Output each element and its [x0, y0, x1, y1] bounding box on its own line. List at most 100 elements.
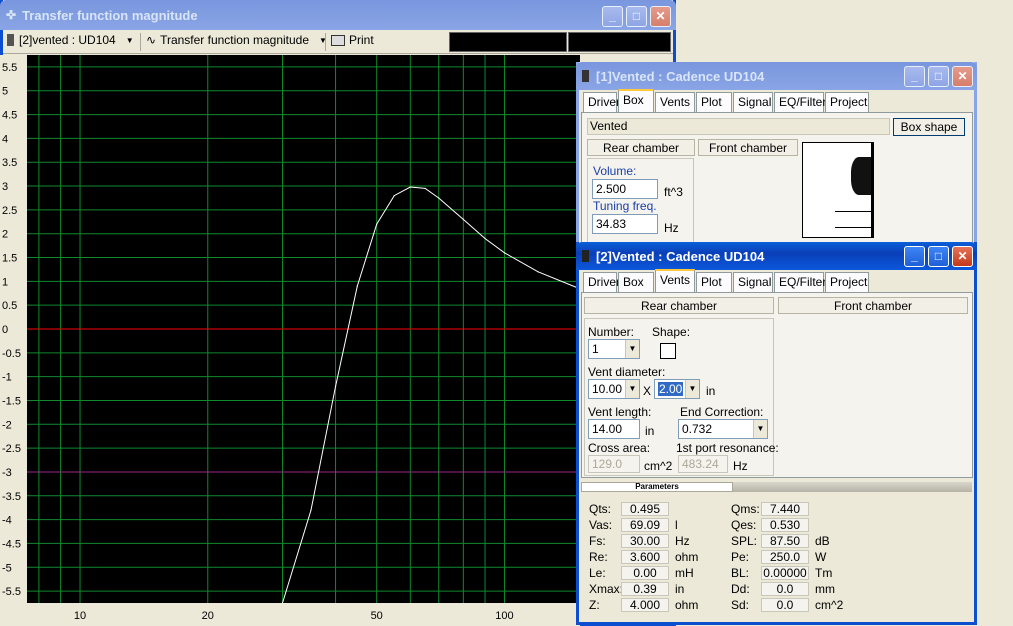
close-button[interactable]: ✕ [952, 246, 973, 267]
vent-length-label: Vent length: [588, 405, 652, 419]
window1-title-bar[interactable]: [1]Vented : Cadence UD104 _ □ ✕ [576, 62, 977, 90]
main-title-bar[interactable]: ✜ Transfer function magnitude _ □ ✕ [0, 0, 676, 30]
maximize-button[interactable]: □ [626, 6, 647, 27]
vent-diameter-label: Vent diameter: [588, 365, 666, 379]
y-tick-label: 5.5 [2, 62, 17, 74]
number-value: 1 [592, 342, 599, 356]
param-label: Fs: [589, 534, 606, 548]
chevron-down-icon[interactable]: ▼ [685, 380, 699, 398]
vent-diameter-select-2[interactable]: 2.00 ▼ [654, 379, 700, 399]
param-value: 0.0 [761, 598, 809, 612]
window1-panel: Vented Box shape Rear chamber Front cham… [581, 112, 973, 243]
box-type-field: Vented [587, 118, 890, 135]
end-correction-select[interactable]: 0.732 ▼ [678, 419, 768, 439]
box-diagram [802, 142, 874, 238]
series-point [310, 509, 312, 511]
maximize-button[interactable]: □ [928, 246, 949, 267]
tab-plot[interactable]: Plot [696, 92, 732, 112]
chevron-down-icon[interactable]: ▼ [625, 380, 639, 398]
chevron-down-icon[interactable]: ▼ [625, 340, 639, 358]
tab-signal[interactable]: Signal [733, 92, 773, 112]
window2-title-bar[interactable]: [2]Vented : Cadence UD104 _ □ ✕ [576, 242, 977, 270]
tab-vents[interactable]: Vents [655, 92, 695, 112]
minimize-button[interactable]: _ [602, 6, 623, 27]
param-unit: Tm [815, 566, 833, 580]
readout-box-1 [449, 32, 567, 52]
param-unit: mH [675, 566, 694, 580]
chevron-down-icon[interactable]: ▼ [753, 420, 767, 438]
tab-vents[interactable]: Vents [655, 269, 695, 292]
vent-line-1 [835, 211, 871, 212]
tab-project[interactable]: Project [825, 272, 869, 292]
param-value: 4.000 [621, 598, 669, 612]
speaker-icon [582, 250, 589, 262]
volume-unit: ft^3 [664, 185, 683, 199]
minimize-button[interactable]: _ [904, 246, 925, 267]
volume-field[interactable]: 2.500 [592, 179, 658, 199]
series-point [484, 237, 486, 240]
speaker-driver-graphic [851, 157, 871, 195]
volume-label: Volume: [593, 164, 637, 178]
print-button[interactable]: Print [331, 33, 374, 47]
param-unit: in [675, 582, 685, 596]
close-button[interactable]: ✕ [952, 66, 973, 87]
transfer-function-chart[interactable]: 5.5 5 4.5 4 3.5 3 2.5 2 1.5 1 0.5 0 -0.5 -1 -1.5 -2 -2.5… [0, 55, 580, 626]
plot-select[interactable]: ∿ Transfer function magnitude ▼ [146, 33, 327, 47]
parameters-panel: Parameters Qts: 0.495 Vas: 69.09 l Fs: 30.00 Hz… [579, 480, 974, 621]
vent-length-field[interactable]: 14.00 [588, 419, 640, 439]
maximize-button[interactable]: □ [928, 66, 949, 87]
cross-area-unit: cm^2 [644, 459, 673, 473]
tab-driver[interactable]: Driver [583, 92, 620, 112]
tab-plot[interactable]: Plot [696, 272, 732, 292]
param-value: 0.530 [761, 518, 809, 532]
tuning-freq-field[interactable]: 34.83 [592, 214, 658, 234]
number-label: Number: [588, 325, 635, 339]
param-unit: mm [815, 582, 835, 596]
series-point [424, 187, 426, 190]
project-select-label: [2]vented : UD104 [19, 33, 116, 47]
y-tick-label: -2 [2, 419, 12, 431]
rear-chamber-button[interactable]: Rear chamber [584, 297, 774, 314]
window2-tabs: Driver Box Vents Plot Signal EQ/Filter Project [581, 269, 973, 294]
param-unit: ohm [675, 598, 699, 612]
number-select[interactable]: 1 ▼ [588, 339, 640, 359]
y-tick-label: 1 [2, 276, 8, 288]
series-point [409, 186, 411, 188]
x-tick-label: 50 [371, 610, 383, 622]
tab-box[interactable]: Box [618, 272, 654, 292]
cross-area-field: 129.0 [588, 455, 640, 473]
tab-eq-filter[interactable]: EQ/Filter [774, 92, 826, 112]
main-window-title: Transfer function magnitude [22, 7, 198, 23]
window1-title: [1]Vented : Cadence UD104 [596, 68, 765, 84]
vent-diameter-value-1: 10.00 [592, 382, 623, 396]
tab-driver[interactable]: Driver [583, 272, 620, 292]
vent-diameter-select-1[interactable]: 10.00 ▼ [588, 379, 640, 399]
param-value: 87.50 [761, 534, 809, 548]
front-chamber-button[interactable]: Front chamber [778, 297, 968, 314]
box-shape-button[interactable]: Box shape [893, 118, 965, 136]
shape-square-icon[interactable] [660, 343, 676, 359]
speaker-icon [582, 70, 589, 82]
tab-box[interactable]: Box [618, 89, 654, 112]
param-value: 0.0 [761, 582, 809, 596]
project-select[interactable]: [2]vented : UD104 ▼ [7, 33, 134, 47]
front-chamber-button[interactable]: Front chamber [698, 139, 798, 156]
tab-project[interactable]: Project [825, 92, 869, 112]
close-button[interactable]: ✕ [650, 6, 671, 27]
minimize-button[interactable]: _ [904, 66, 925, 87]
readout-box-2 [568, 32, 671, 52]
vent-diameter-unit: in [706, 384, 716, 398]
param-value: 0.00000 [761, 566, 809, 580]
param-value: 250.0 [761, 550, 809, 564]
y-tick-label: 2 [2, 229, 8, 241]
param-label: Xmax: [589, 582, 624, 596]
printer-icon [331, 34, 345, 46]
param-value: 30.00 [621, 534, 669, 548]
port-resonance-unit: Hz [733, 459, 748, 473]
main-toolbar: [2]vented : UD104 ▼ ∿ Transfer function … [3, 30, 673, 54]
tab-signal[interactable]: Signal [733, 272, 773, 292]
tab-eq-filter[interactable]: EQ/Filter [774, 272, 826, 292]
y-tick-label: 5 [2, 86, 8, 98]
rear-chamber-button[interactable]: Rear chamber [587, 139, 695, 156]
tuning-freq-unit: Hz [664, 221, 679, 235]
